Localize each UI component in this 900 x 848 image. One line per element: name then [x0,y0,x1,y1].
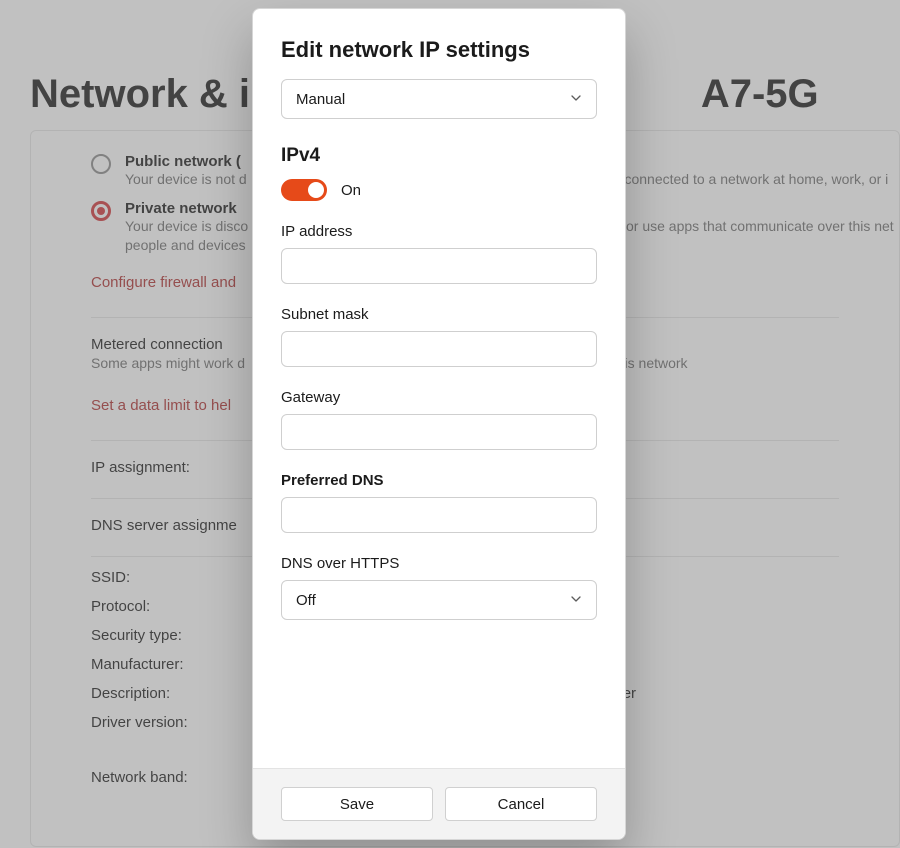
preferred-dns-label: Preferred DNS [281,472,597,489]
gateway-label: Gateway [281,389,597,406]
radio-icon[interactable] [91,154,111,174]
radio-icon[interactable] [91,201,111,221]
chevron-down-icon [570,592,582,609]
page-title-right: A7-5G [701,72,819,116]
subnet-mask-input[interactable] [281,331,597,367]
ip-mode-value: Manual [296,91,345,108]
ipv4-heading: IPv4 [281,145,597,167]
ip-mode-dropdown[interactable]: Manual [281,79,597,119]
ip-address-input[interactable] [281,248,597,284]
chevron-down-icon [570,91,582,108]
modal-footer: Save Cancel [253,768,625,839]
cancel-button[interactable]: Cancel [445,787,597,821]
ipv4-toggle[interactable] [281,179,327,201]
ipv4-toggle-row: On [281,179,597,201]
save-button[interactable]: Save [281,787,433,821]
edit-ip-modal: Edit network IP settings Manual IPv4 On … [252,8,626,840]
modal-body: Edit network IP settings Manual IPv4 On … [253,9,625,768]
doh-value: Off [296,592,316,609]
gateway-input[interactable] [281,414,597,450]
doh-dropdown[interactable]: Off [281,580,597,620]
modal-title: Edit network IP settings [281,37,597,63]
ipv4-toggle-label: On [341,182,361,199]
subnet-mask-label: Subnet mask [281,306,597,323]
settings-page: Network & inte A7-5G Public network ( Yo… [0,0,900,848]
ip-address-label: IP address [281,223,597,240]
doh-label: DNS over HTTPS [281,555,597,572]
preferred-dns-input[interactable] [281,497,597,533]
